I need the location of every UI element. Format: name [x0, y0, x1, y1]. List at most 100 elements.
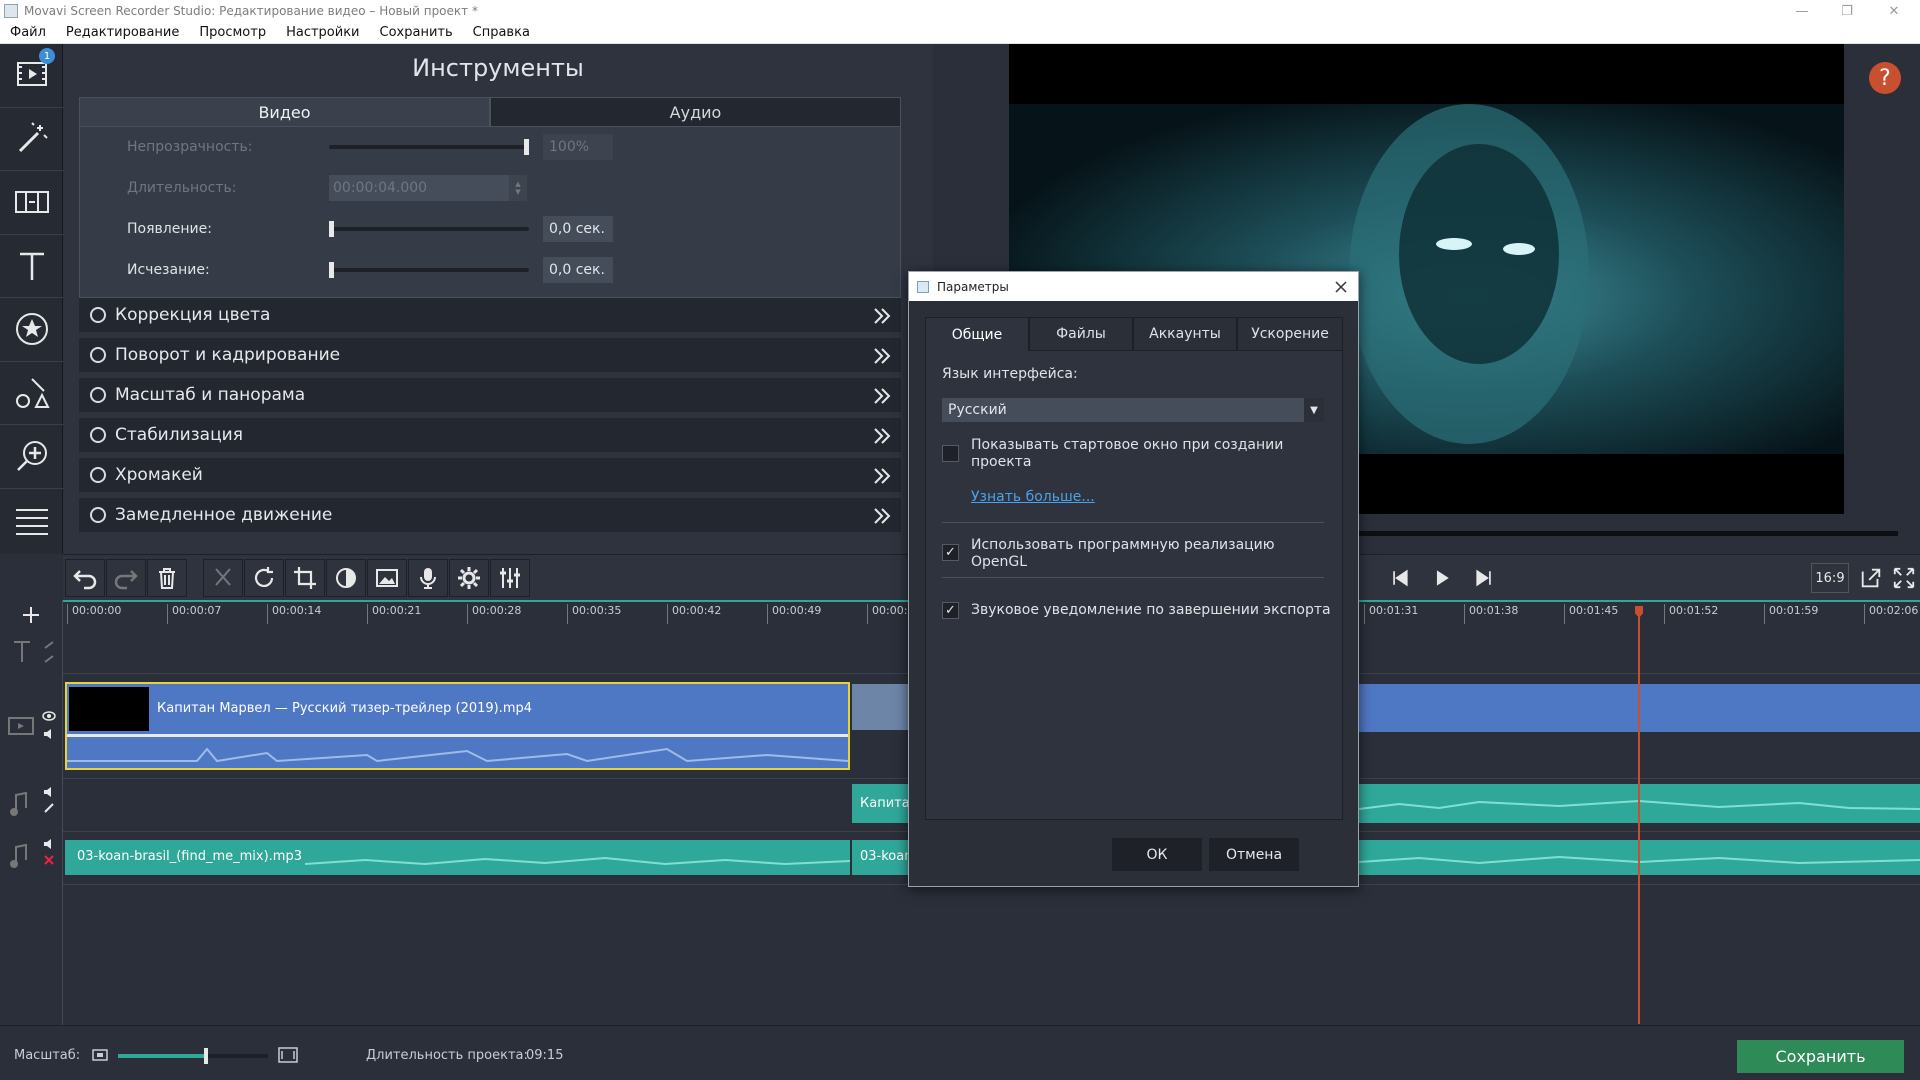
tab-video[interactable]: Видео: [79, 97, 490, 127]
menu-file[interactable]: Файл: [0, 25, 56, 40]
rotate-icon: [254, 567, 274, 587]
titles-button[interactable]: [0, 235, 63, 298]
crop-button[interactable]: [285, 559, 325, 597]
section-chroma-key[interactable]: Хромакей: [79, 458, 901, 495]
language-select-value: Русский: [948, 402, 1007, 418]
zoom-slider[interactable]: [118, 1048, 268, 1064]
undo-button[interactable]: [65, 559, 105, 597]
redo-button[interactable]: [106, 559, 146, 597]
audio-clip-label: Капита: [860, 796, 908, 811]
video-clip-2[interactable]: [852, 684, 908, 730]
music-clip-2-label: 03-koan: [860, 849, 908, 864]
volume-button[interactable]: [1916, 559, 1920, 597]
save-button[interactable]: Сохранить: [1737, 1040, 1904, 1073]
double-chevron-right-icon: [874, 428, 891, 444]
filters-button[interactable]: [0, 108, 63, 171]
more-tools-button[interactable]: [0, 489, 63, 553]
aspect-ratio-button[interactable]: 16:9: [1811, 563, 1849, 593]
zoom-pan-button[interactable]: [0, 425, 63, 489]
menu-edit[interactable]: Редактирование: [56, 25, 189, 40]
record-voice-button[interactable]: [408, 559, 448, 597]
callouts-button[interactable]: [0, 362, 63, 425]
section-toggle-icon: [90, 507, 106, 523]
cancel-button[interactable]: Отмена: [1209, 838, 1299, 871]
fadeout-slider[interactable]: [329, 262, 529, 278]
stickers-button[interactable]: [0, 298, 63, 362]
help-button[interactable]: ?: [1869, 62, 1901, 94]
ruler-tick: 00:00:: [867, 604, 907, 624]
minimize-icon[interactable]: —: [1780, 0, 1824, 22]
mute-link-icon[interactable]: [42, 784, 56, 818]
section-zoom-pan[interactable]: Масштаб и панорама: [79, 378, 901, 415]
music-clip-2[interactable]: 03-koan: [852, 840, 908, 875]
fadein-value[interactable]: 0,0 сек.: [543, 216, 613, 242]
opacity-slider[interactable]: [329, 139, 529, 155]
menu-save[interactable]: Сохранить: [370, 25, 463, 40]
microphone-icon: [420, 568, 436, 589]
tools-tabs: Видео Аудио: [79, 97, 901, 127]
video-clip-selected[interactable]: Капитан Марвел — Русский тизер-трейлер (…: [65, 682, 850, 770]
menu-settings[interactable]: Настройки: [276, 25, 369, 40]
opacity-value[interactable]: 100%: [543, 134, 613, 160]
playhead[interactable]: [1638, 606, 1640, 1024]
opacity-label: Непрозрачность:: [127, 139, 253, 155]
tab-accounts[interactable]: Аккаунты: [1133, 317, 1237, 351]
tools-panel: Инструменты Видео Аудио Непрозрачность: …: [63, 44, 933, 554]
section-slow-motion[interactable]: Замедленное движение: [79, 498, 901, 535]
dialog-app-icon: [917, 280, 929, 293]
tab-files[interactable]: Файлы: [1029, 317, 1133, 351]
magic-wand-icon: [18, 122, 48, 152]
opengl-checkbox[interactable]: ✓: [942, 544, 959, 561]
tab-audio[interactable]: Аудио: [490, 97, 901, 127]
zoom-out-icon[interactable]: [92, 1048, 108, 1062]
zoom-in-icon[interactable]: [278, 1046, 298, 1064]
language-select[interactable]: Русский ▼: [942, 398, 1324, 422]
project-duration-value: 09:15: [526, 1048, 564, 1063]
image-button[interactable]: [367, 559, 407, 597]
zoom-label: Масштаб:: [14, 1048, 81, 1063]
link-icon[interactable]: [42, 638, 56, 668]
duration-field[interactable]: 00:00:04.000: [329, 175, 509, 201]
fullscreen-icon: [1893, 567, 1915, 589]
menu-view[interactable]: Просмотр: [189, 25, 276, 40]
music-clip[interactable]: 03-koan-brasil_(find_me_mix).mp3: [65, 840, 850, 875]
add-track-icon[interactable]: [20, 604, 42, 626]
fadeout-value[interactable]: 0,0 сек.: [543, 257, 613, 283]
duration-spinner[interactable]: ▲ ▼: [509, 175, 527, 201]
section-toggle-icon: [90, 427, 106, 443]
import-media-button[interactable]: 1: [0, 44, 63, 108]
start-window-checkbox[interactable]: [942, 445, 959, 462]
double-chevron-right-icon: [874, 508, 891, 524]
previous-frame-button[interactable]: [1380, 559, 1420, 597]
play-button[interactable]: [1422, 559, 1462, 597]
language-label: Язык интерфейса:: [942, 366, 1078, 382]
audio-clip[interactable]: Капита: [852, 784, 908, 823]
tab-general[interactable]: Общие: [925, 317, 1029, 351]
clip-properties-button[interactable]: [449, 559, 489, 597]
transitions-button[interactable]: [0, 171, 63, 235]
ok-button[interactable]: ОК: [1112, 838, 1202, 871]
mute-unlink-icon[interactable]: [42, 836, 56, 870]
close-icon[interactable]: ✕: [1872, 0, 1916, 22]
section-rotate-crop[interactable]: Поворот и кадрирование: [79, 338, 901, 375]
fullscreen-button[interactable]: [1884, 559, 1920, 597]
section-color-correction[interactable]: Коррекция цвета: [79, 298, 901, 335]
tab-acceleration[interactable]: Ускорение: [1237, 317, 1343, 351]
equalizer-button[interactable]: [490, 559, 530, 597]
fadein-slider[interactable]: [329, 221, 529, 237]
close-icon[interactable]: [1334, 280, 1348, 294]
eye-mute-icon[interactable]: [42, 708, 56, 742]
video-clip-label: Капитан Марвел — Русский тизер-трейлер (…: [157, 701, 533, 716]
learn-more-link[interactable]: Узнать больше...: [971, 489, 1095, 506]
color-adjust-button[interactable]: [326, 559, 366, 597]
delete-button[interactable]: [147, 559, 187, 597]
split-button[interactable]: [203, 559, 243, 597]
section-stabilization[interactable]: Стабилизация: [79, 418, 901, 455]
next-frame-button[interactable]: [1464, 559, 1504, 597]
sound-notification-checkbox[interactable]: ✓: [942, 602, 959, 619]
rotate-button[interactable]: [244, 559, 284, 597]
dialog-tabs: Общие Файлы Аккаунты Ускорение: [925, 317, 1343, 351]
restore-icon[interactable]: ❐: [1825, 0, 1869, 22]
menu-help[interactable]: Справка: [463, 25, 540, 40]
section-toggle-icon: [90, 387, 106, 403]
